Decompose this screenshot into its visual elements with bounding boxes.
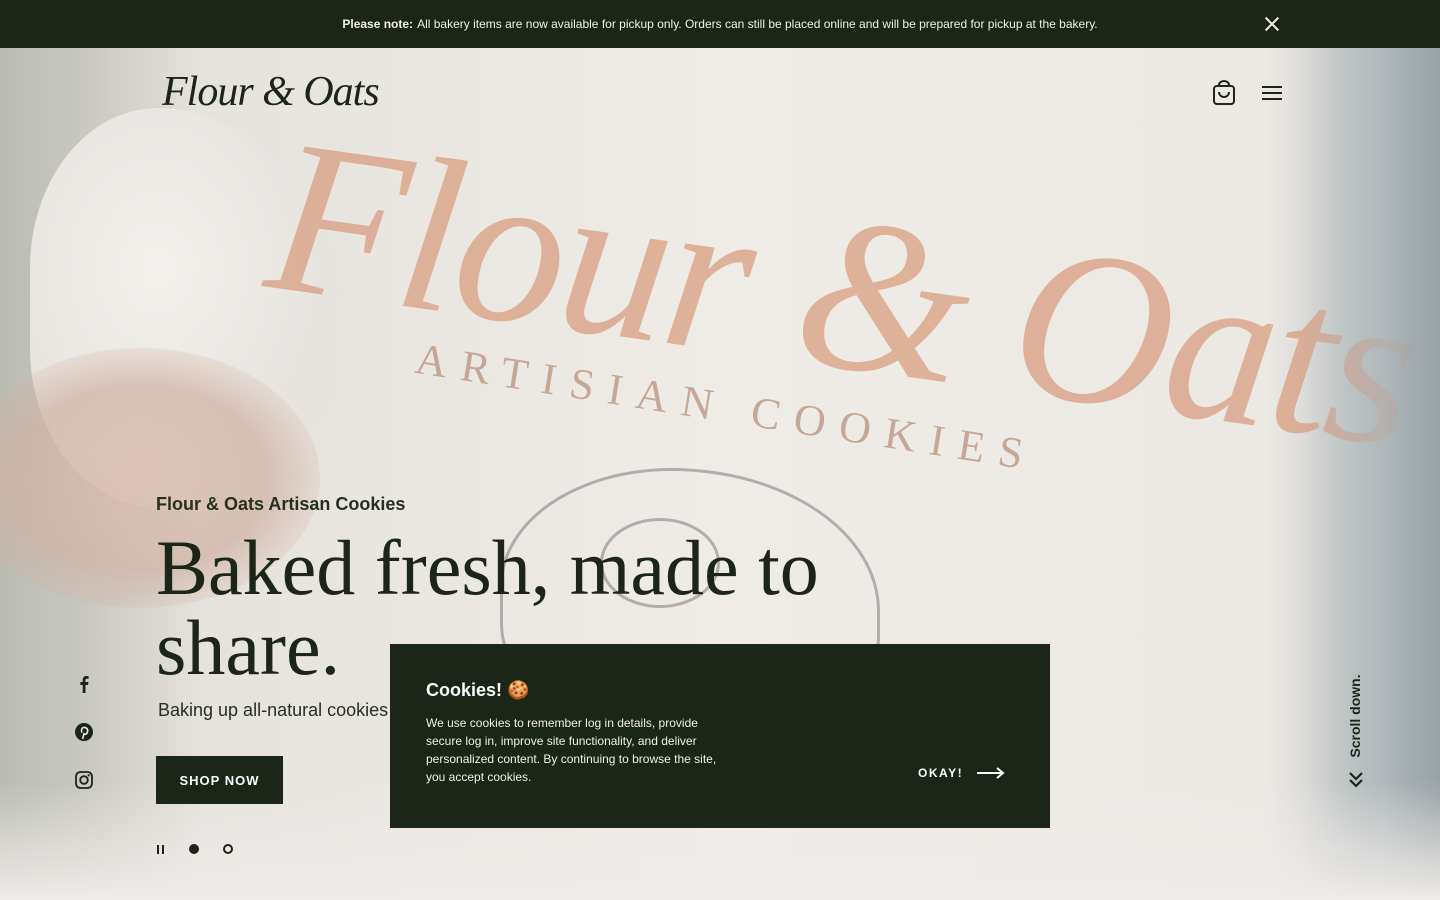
menu-icon[interactable]: [1260, 82, 1284, 104]
slider-dot-1[interactable]: [189, 844, 199, 854]
cookie-banner-text: We use cookies to remember log in detail…: [426, 716, 717, 784]
double-chevron-down-icon[interactable]: [1346, 768, 1366, 790]
announcement-bar: Please note: All bakery items are now av…: [0, 0, 1440, 48]
scroll-down-label[interactable]: Scroll down.: [1341, 674, 1369, 758]
shirt-shadow-shape: [1300, 48, 1440, 900]
hero-subtext: Baking up all-natural cookies: [158, 700, 389, 720]
instagram-icon[interactable]: [72, 768, 96, 792]
shop-now-button[interactable]: SHOP NOW: [156, 756, 283, 804]
facebook-icon[interactable]: [72, 672, 96, 696]
cookie-accept-label: OKAY!: [918, 766, 964, 780]
cookie-accept-button[interactable]: OKAY!: [918, 766, 1005, 780]
close-icon[interactable]: [1260, 12, 1284, 36]
scroll-down-text: Scroll down.: [1347, 674, 1363, 758]
announcement-text: All bakery items are now available for p…: [417, 17, 1098, 31]
hero-eyebrow: Flour & Oats Artisan Cookies: [156, 494, 406, 514]
cart-icon[interactable]: [1212, 80, 1236, 106]
announcement-lead: Please note:: [342, 17, 414, 31]
slider-dot-2[interactable]: [223, 844, 233, 854]
cookie-banner: Cookies! 🍪 We use cookies to remember lo…: [390, 644, 1050, 828]
cookie-banner-title: Cookies! 🍪: [426, 680, 530, 700]
slider-pause-icon[interactable]: [157, 845, 165, 854]
site-logo[interactable]: Flour & Oats: [162, 68, 380, 116]
pinterest-icon[interactable]: [72, 720, 96, 744]
arrow-right-icon: [977, 767, 1005, 779]
